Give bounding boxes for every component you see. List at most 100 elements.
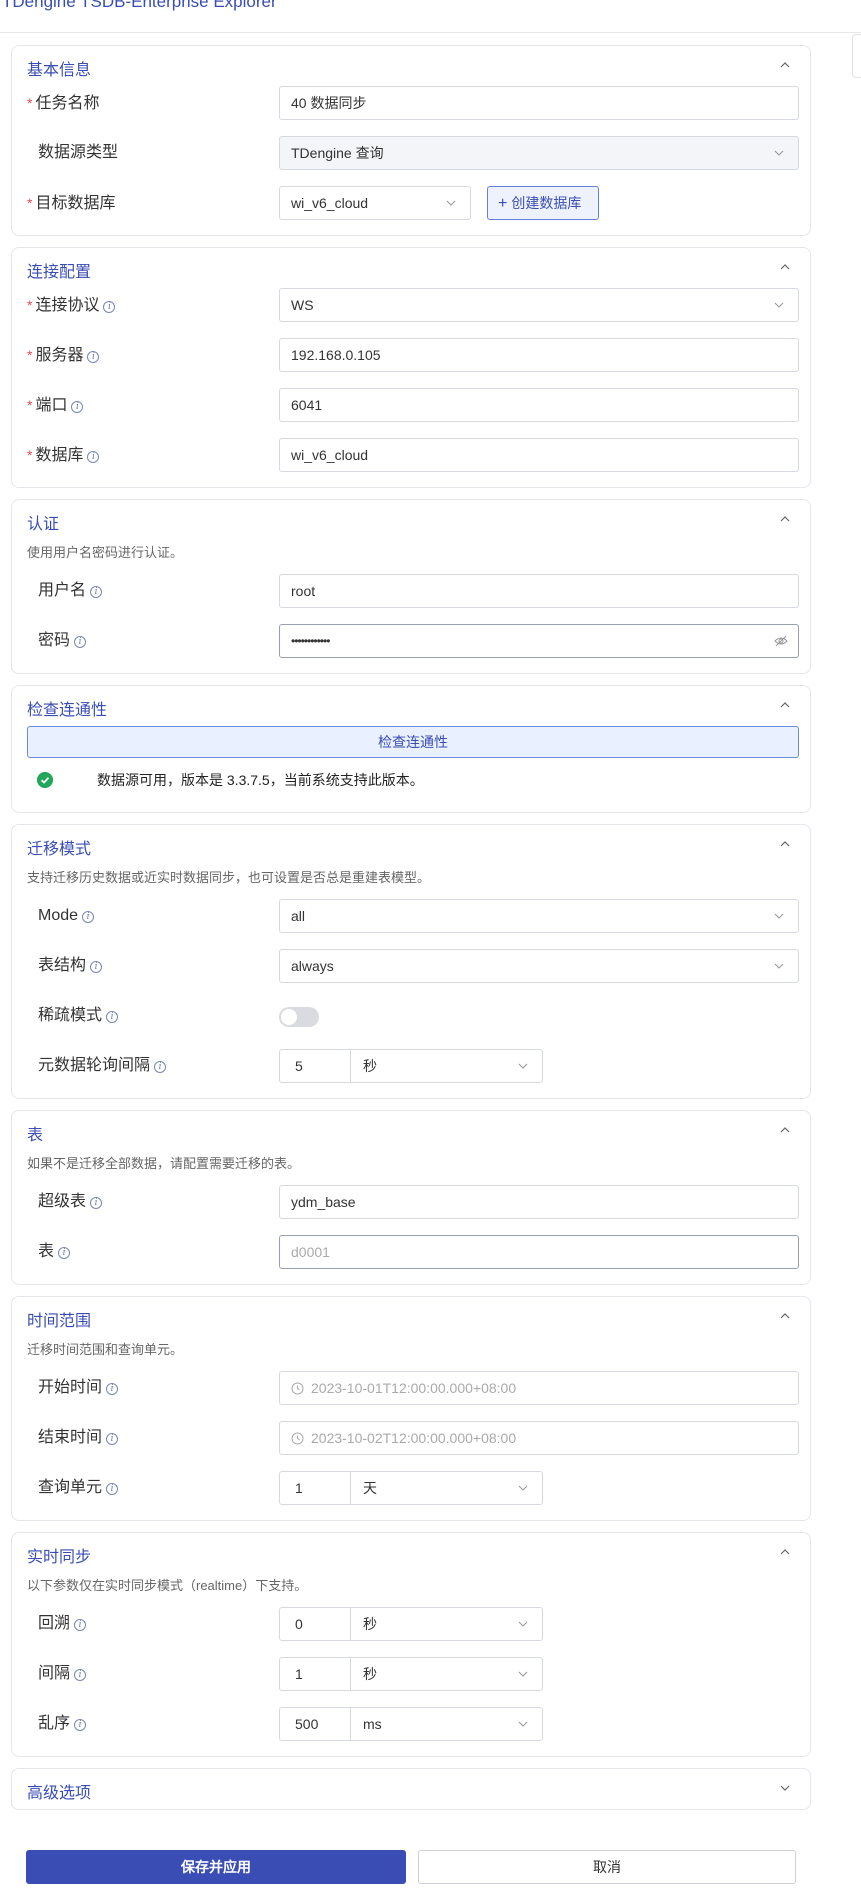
- table-input[interactable]: d0001: [279, 1235, 799, 1269]
- chevron-up-icon[interactable]: [780, 262, 790, 272]
- section-connection-title: 连接配置: [27, 264, 92, 281]
- lookback-input[interactable]: 0: [279, 1607, 351, 1641]
- section-basic: 基本信息 * 任务名称 40 数据同步 数据源类型 TDengine 查询 * 目标…: [11, 45, 811, 236]
- info-icon[interactable]: i: [87, 351, 100, 363]
- side-panel-edge[interactable]: [852, 34, 861, 78]
- section-time-range-desc: 迁移时间范围和查询单元。: [27, 1342, 184, 1357]
- mode-label: Mode: [38, 907, 79, 924]
- password-input[interactable]: ••••••••••••: [279, 624, 799, 658]
- end-time-label: 结束时间: [38, 1429, 103, 1446]
- protocol-label: 连接协议: [35, 297, 100, 314]
- section-time-range: 时间范围 迁移时间范围和查询单元。 开始时间 i 2023-10-01T12:00…: [11, 1296, 811, 1521]
- server-input[interactable]: 192.168.0.105: [279, 338, 799, 372]
- save-apply-button[interactable]: 保存并应用: [26, 1850, 406, 1884]
- meta-interval-unit-select[interactable]: 秒: [350, 1049, 543, 1083]
- chevron-down-icon: [518, 1485, 528, 1491]
- app-title: TDengine TSDB-Enterprise Explorer: [2, 0, 277, 11]
- info-icon[interactable]: i: [74, 1619, 87, 1631]
- chevron-up-icon[interactable]: [780, 60, 790, 70]
- chevron-down-icon: [518, 1621, 528, 1627]
- table-label: 表: [38, 1243, 55, 1260]
- info-icon[interactable]: i: [90, 1197, 103, 1209]
- cancel-button[interactable]: 取消: [418, 1850, 796, 1884]
- interval-unit-select[interactable]: 秒: [350, 1657, 543, 1691]
- schema-label: 表结构: [38, 957, 87, 974]
- start-time-label: 开始时间: [38, 1379, 103, 1396]
- query-unit-row: 查询单元 i 1 天: [27, 1471, 799, 1505]
- connectivity-result-text: 数据源可用，版本是 3.3.7.5，当前系统支持此版本。: [97, 772, 424, 788]
- sparse-mode-toggle[interactable]: [279, 1007, 319, 1027]
- section-time-range-title: 时间范围: [27, 1313, 92, 1330]
- toggle-knob: [281, 1009, 297, 1025]
- chevron-up-icon[interactable]: [780, 1311, 790, 1321]
- chevron-down-icon: [774, 963, 784, 969]
- info-icon[interactable]: i: [154, 1061, 167, 1073]
- interval-input[interactable]: 1: [279, 1657, 351, 1691]
- info-icon[interactable]: i: [106, 1011, 119, 1023]
- section-tables-title: 表: [27, 1127, 44, 1144]
- info-icon[interactable]: i: [90, 586, 103, 598]
- success-check-icon: [37, 772, 53, 788]
- top-bar: TDengine TSDB-Enterprise Explorer: [0, 0, 861, 33]
- meta-interval-input[interactable]: 5: [279, 1049, 351, 1083]
- query-unit-select[interactable]: 天: [350, 1471, 543, 1505]
- query-unit-input[interactable]: 1: [279, 1471, 351, 1505]
- section-advanced[interactable]: 高级选项: [11, 1768, 811, 1810]
- end-time-picker[interactable]: 2023-10-02T12:00:00.000+08:00: [279, 1421, 799, 1455]
- info-icon[interactable]: i: [90, 961, 103, 973]
- username-input[interactable]: root: [279, 574, 799, 608]
- chevron-up-icon[interactable]: [780, 839, 790, 849]
- mode-row: Mode i all: [27, 899, 799, 933]
- info-icon[interactable]: i: [74, 1669, 87, 1681]
- chevron-down-icon[interactable]: [780, 1783, 790, 1793]
- chevron-up-icon[interactable]: [780, 1125, 790, 1135]
- chevron-up-icon[interactable]: [780, 700, 790, 710]
- username-label: 用户名: [38, 582, 87, 599]
- info-icon[interactable]: i: [106, 1433, 119, 1445]
- end-time-row: 结束时间 i 2023-10-02T12:00:00.000+08:00: [27, 1421, 799, 1455]
- info-icon[interactable]: i: [74, 636, 87, 648]
- lookback-combo: 0 秒: [279, 1607, 543, 1641]
- start-time-row: 开始时间 i 2023-10-01T12:00:00.000+08:00: [27, 1371, 799, 1405]
- chevron-down-icon: [774, 150, 784, 156]
- info-icon[interactable]: i: [87, 451, 100, 463]
- section-auth-desc: 使用用户名密码进行认证。: [27, 545, 184, 560]
- info-icon[interactable]: i: [103, 301, 116, 313]
- chevron-up-icon[interactable]: [780, 514, 790, 524]
- task-name-input[interactable]: 40 数据同步: [279, 86, 799, 120]
- info-icon[interactable]: i: [58, 1247, 71, 1259]
- create-database-button[interactable]: + 创建数据库: [487, 186, 599, 220]
- database-row: * 数据库 i wi_v6_cloud: [27, 438, 799, 472]
- info-icon[interactable]: i: [106, 1483, 119, 1495]
- disorder-unit-select[interactable]: ms: [350, 1707, 543, 1741]
- lookback-unit-select[interactable]: 秒: [350, 1607, 543, 1641]
- eye-hidden-icon[interactable]: [774, 635, 788, 647]
- source-type-select[interactable]: TDengine 查询: [279, 136, 799, 170]
- mode-select[interactable]: all: [279, 899, 799, 933]
- target-db-row: * 目标数据库 wi_v6_cloud + 创建数据库: [27, 186, 799, 220]
- stable-input[interactable]: ydm_base: [279, 1185, 799, 1219]
- info-icon[interactable]: i: [74, 1719, 87, 1731]
- section-migration-title: 迁移模式: [27, 841, 92, 858]
- section-auth: 认证 使用用户名密码进行认证。 用户名 i root 密码 i ••••••••••…: [11, 499, 811, 674]
- disorder-input[interactable]: 500: [279, 1707, 351, 1741]
- server-label: 服务器: [35, 347, 84, 364]
- start-time-picker[interactable]: 2023-10-01T12:00:00.000+08:00: [279, 1371, 799, 1405]
- info-icon[interactable]: i: [71, 401, 84, 413]
- info-icon[interactable]: i: [106, 1383, 119, 1395]
- sparse-row: 稀疏模式 i: [27, 999, 799, 1033]
- port-label: 端口: [35, 397, 68, 414]
- lookback-row: 回溯 i 0 秒: [27, 1607, 799, 1641]
- schema-select[interactable]: always: [279, 949, 799, 983]
- username-row: 用户名 i root: [27, 574, 799, 608]
- target-db-select[interactable]: wi_v6_cloud: [279, 186, 471, 220]
- chevron-up-icon[interactable]: [780, 1547, 790, 1557]
- disorder-combo: 500 ms: [279, 1707, 543, 1741]
- info-icon[interactable]: i: [82, 911, 95, 923]
- check-connectivity-button[interactable]: 检查连通性: [27, 726, 799, 758]
- port-input[interactable]: 6041: [279, 388, 799, 422]
- chevron-down-icon: [774, 913, 784, 919]
- protocol-select[interactable]: WS: [279, 288, 799, 322]
- database-input[interactable]: wi_v6_cloud: [279, 438, 799, 472]
- section-realtime-desc: 以下参数仅在实时同步模式（realtime）下支持。: [27, 1578, 308, 1593]
